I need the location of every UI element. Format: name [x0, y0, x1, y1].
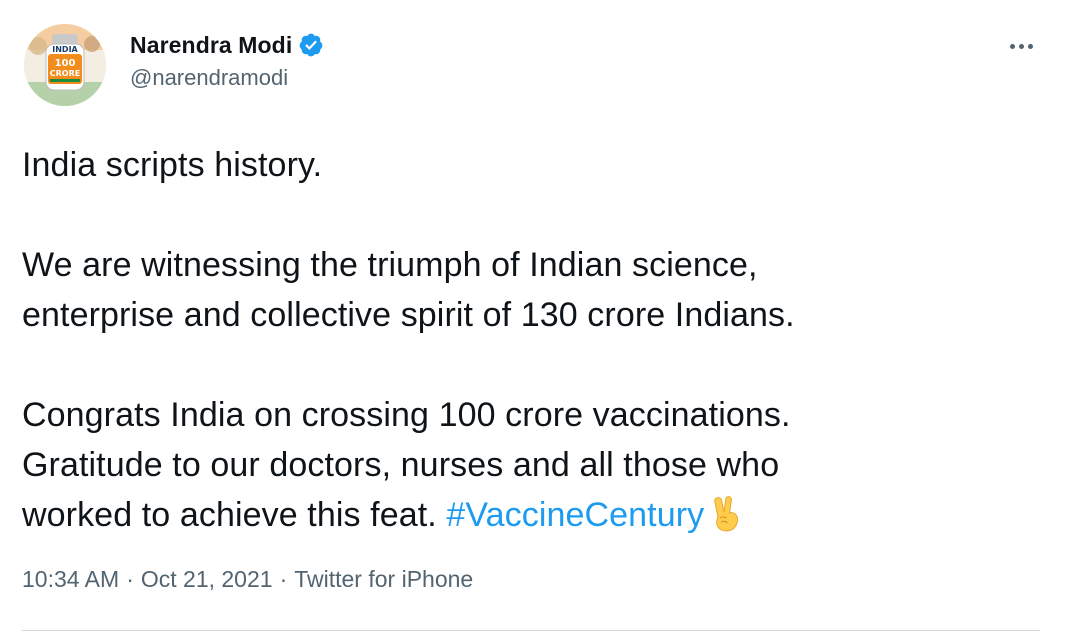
hashtag-link[interactable]: #VaccineCentury: [446, 496, 704, 534]
tweet-line-text: worked to achieve this feat.: [22, 496, 447, 534]
tweet-meta: 10:34 AM · Oct 21, 2021 · Twitter for iPhone: [22, 566, 473, 593]
meta-separator: ·: [279, 566, 288, 592]
author-name-row: Narendra Modi: [130, 30, 324, 60]
avatar-badge-line2: 100: [55, 58, 76, 69]
tweet-line: Congrats India on crossing 100 crore vac…: [22, 396, 791, 434]
tweet-line: Gratitude to our doctors, nurses and all…: [22, 446, 780, 484]
tweet-date[interactable]: Oct 21, 2021: [141, 566, 273, 592]
tweet-line: We are witnessing the triumph of Indian …: [22, 246, 758, 284]
author-block: Narendra Modi @narendramodi: [130, 30, 324, 91]
more-dot: [1009, 43, 1015, 49]
more-dot: [1027, 43, 1033, 49]
tweet-source[interactable]: Twitter for iPhone: [294, 566, 473, 592]
avatar-badge-line3: CRORE: [50, 69, 80, 78]
meta-separator: ·: [126, 566, 134, 592]
tweet-text: India scripts history. We are witnessing…: [22, 140, 1032, 540]
more-dot: [1018, 43, 1024, 49]
avatar[interactable]: INDIA 100 CRORE: [24, 24, 106, 106]
avatar-badge-line1: INDIA: [52, 45, 78, 54]
tweet-card: INDIA 100 CRORE Narendra Modi @narendram…: [0, 0, 1066, 642]
tweet-line: India scripts history.: [22, 146, 323, 184]
more-options-icon[interactable]: [1004, 34, 1038, 58]
victory-hand-emoji-icon: [708, 494, 746, 534]
divider: [22, 630, 1040, 631]
tweet-last-line: worked to achieve this feat. #VaccineCen…: [22, 490, 1032, 540]
author-handle[interactable]: @narendramodi: [130, 65, 324, 91]
author-name[interactable]: Narendra Modi: [130, 32, 292, 59]
verified-badge-icon: [298, 32, 324, 58]
tweet-time[interactable]: 10:34 AM: [22, 566, 119, 592]
tweet-line: enterprise and collective spirit of 130 …: [22, 296, 795, 334]
